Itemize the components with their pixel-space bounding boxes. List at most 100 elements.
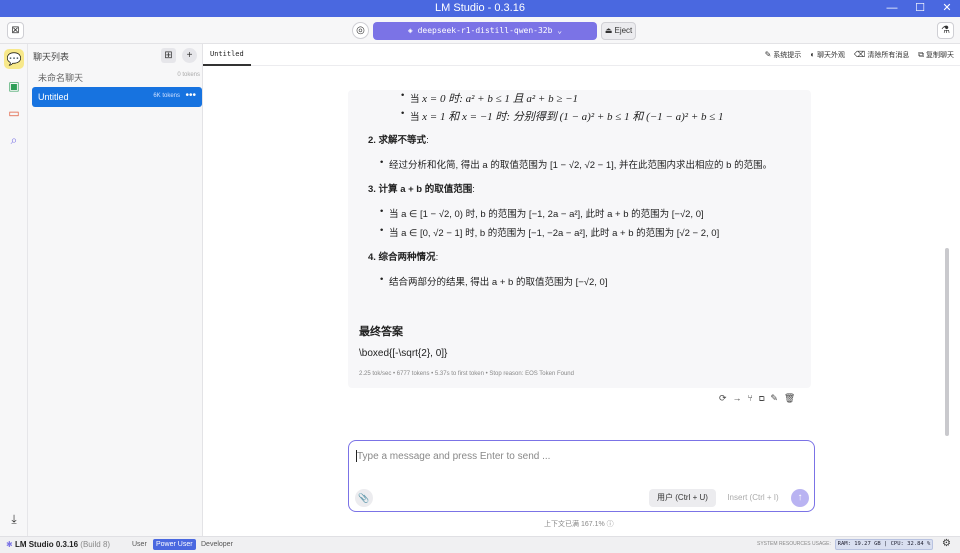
assistant-message: 当 x = 0 时: a² + b ≤ 1 且 a² + b ≥ −1 当 x … (348, 90, 811, 388)
model-name: deepseek-r1-distill-qwen-32b (417, 26, 553, 35)
list-item: 当 a ∈ [0, √2 − 1] 时, b 的范围为 [−1, −2a − a… (380, 225, 720, 239)
lab-flask-icon[interactable]: ⚗ (937, 22, 954, 39)
edit-icon[interactable]: ✎ (770, 393, 784, 403)
model-settings-icon[interactable]: ◎ (352, 22, 369, 39)
list-item: 当 x = 0 时: a² + b ≤ 1 且 a² + b ≥ −1 (401, 90, 579, 106)
chat-appearance-button[interactable]: ◐ 聊天外观 (810, 50, 846, 59)
download-icon[interactable]: ⤓ (4, 509, 24, 529)
step-colon: : (472, 184, 475, 195)
maximize-button[interactable]: ☐ (910, 1, 930, 15)
context-usage: 上下文已满 167.1% ⓘ (544, 521, 614, 528)
chat-icon[interactable]: 💬 (4, 49, 24, 69)
tab-strip: Untitled ✎ 系统提示 ◐ 聊天外观 ⌫ 清除所有消息 ⧉ 复制聊天 (203, 44, 960, 66)
chat-appearance-label: 聊天外观 (817, 52, 846, 59)
list-item: 结合两部分的结果, 得出 a + b 的取值范围为 [−√2, 0] (380, 274, 608, 288)
mode-user[interactable]: User (129, 539, 150, 550)
resources-usage[interactable]: RAM: 19.27 GB | CPU: 32.84 % (835, 539, 933, 550)
math-expression: x = 1 和 x = −1 时: 分别得到 (1 − a)² + b ≤ 1 … (422, 111, 724, 123)
app-name: LM Studio 0.3.16 (14, 540, 79, 549)
chat-tokens: 0 tokens (177, 72, 200, 78)
model-selector[interactable]: ◈ deepseek-r1-distill-qwen-32b ⌄ (373, 22, 597, 40)
app-version: ✱ LM Studio 0.3.16 (Build 8) (6, 540, 110, 549)
folder-icon[interactable]: ▭ (4, 103, 24, 123)
chat-list-item-active[interactable]: Untitled 6K tokens ••• (32, 87, 202, 107)
eject-label: Eject (614, 26, 633, 35)
lm-studio-logo-icon: ✱ (6, 540, 15, 549)
step-colon: : (426, 135, 429, 146)
mode-developer[interactable]: Developer (198, 539, 236, 550)
model-icon: ◈ (407, 26, 418, 35)
role-toggle-button[interactable]: 用户 (Ctrl + U) (649, 489, 716, 507)
clear-messages-label: 清除所有消息 (867, 52, 910, 59)
chat-main: Untitled ✎系统提示 ◐聊天外观 ⌫清除所有消息 ⧉复制聊天 当 x =… (203, 44, 960, 536)
chat-name: 未命名聊天 (38, 73, 84, 83)
step-heading: 4. 综合两种情况: (368, 249, 438, 263)
copy-chat-button[interactable]: ⧉ 复制聊天 (918, 50, 954, 59)
chat-list-item[interactable]: 未命名聊天 0 tokens (32, 66, 202, 86)
generation-stats: 2.25 tok/sec • 6777 tokens • 5.37s to fi… (359, 371, 574, 377)
close-window-button[interactable]: ✕ (937, 1, 957, 15)
wrench-icon: ✎ (764, 50, 772, 59)
message-tools: ⟳→⑂⧉✎🗑 (719, 393, 801, 404)
final-answer-heading: 最终答案 (359, 326, 403, 338)
step-heading: 3. 计算 a + b 的取值范围: (368, 181, 475, 195)
continue-icon[interactable]: → (733, 393, 748, 403)
text: 当 a ∈ [0, √2 − 1] 时, b 的范围为 [−1, −2a − a… (389, 228, 720, 239)
developer-terminal-icon[interactable]: ▣ (4, 76, 24, 96)
palette-icon: ◐ (810, 50, 816, 59)
text: 当 (410, 112, 423, 123)
clear-icon: ⌫ (854, 50, 866, 59)
step-title: 2. 求解不等式 (368, 135, 427, 146)
mode-power-user[interactable]: Power User (153, 539, 196, 550)
chevron-down-icon: ⌄ (552, 26, 563, 35)
branch-icon[interactable]: ⑂ (748, 393, 759, 403)
chat-list-panel: 聊天列表 ⊞ + 未命名聊天 0 tokens Untitled 6K toke… (28, 44, 203, 536)
message-input-box[interactable]: Type a message and press Enter to send .… (348, 440, 815, 512)
gear-icon[interactable]: ⚙ (942, 538, 951, 549)
text: 当 (410, 94, 423, 105)
system-prompt-button[interactable]: ✎ 系统提示 (764, 50, 802, 59)
new-folder-icon[interactable]: ⊞ (161, 48, 176, 63)
search-icon[interactable]: ⌕ (4, 130, 24, 150)
collapse-sidebar-icon[interactable]: ⊠ (7, 22, 24, 39)
final-answer: \boxed{[-\sqrt{2}, 0]} (359, 348, 448, 359)
message-input[interactable]: Type a message and press Enter to send .… (357, 451, 550, 462)
build-number: (Build 8) (80, 540, 111, 549)
step-title: 4. 综合两种情况 (368, 252, 436, 263)
attach-file-icon[interactable]: 📎 (355, 489, 373, 507)
send-arrow-icon[interactable]: ↑ (791, 489, 809, 507)
nav-rail: 💬 ▣ ▭ ⌕ ⤓ (0, 44, 28, 536)
window-title: LM Studio - 0.3.16 (435, 2, 525, 14)
chat-actions: ✎ 系统提示 ◐ 聊天外观 ⌫ 清除所有消息 ⧉ 复制聊天 (758, 50, 954, 60)
scrollbar[interactable] (945, 248, 949, 436)
step-colon: : (435, 252, 439, 263)
copy-message-icon[interactable]: ⧉ (759, 393, 770, 403)
status-bar: ✱ LM Studio 0.3.16 (Build 8) User Power … (0, 536, 960, 553)
list-item: 经过分析和化简, 得出 a 的取值范围为 [1 − √2, √2 − 1], 并… (380, 157, 773, 171)
tab-untitled[interactable]: Untitled (203, 44, 251, 66)
top-toolbar: ⊠ ◎ ◈ deepseek-r1-distill-qwen-32b ⌄ ⏏ E… (0, 17, 960, 44)
chat-list-title: 聊天列表 (33, 52, 70, 62)
chat-tokens: 6K tokens (153, 93, 180, 99)
clear-messages-button[interactable]: ⌫ 清除所有消息 (854, 50, 910, 59)
more-options-icon[interactable]: ••• (185, 90, 196, 101)
list-item: 当 a ∈ [1 − √2, 0) 时, b 的范围为 [−1, 2a − a²… (380, 206, 704, 220)
minimize-button[interactable]: — (882, 1, 902, 15)
step-title: 3. 计算 a + b 的取值范围 (368, 184, 473, 195)
regenerate-icon[interactable]: ⟳ (719, 393, 733, 403)
math-expression: x = 0 时: a² + b ≤ 1 且 a² + b ≥ −1 (422, 93, 579, 105)
text: 结合两部分的结果, 得出 a + b 的取值范围为 [−√2, 0] (389, 277, 608, 288)
chat-name: Untitled (38, 92, 69, 102)
title-bar: LM Studio - 0.3.16 — ☐ ✕ (0, 0, 960, 17)
delete-icon[interactable]: 🗑 (784, 393, 801, 403)
text: 当 a ∈ [1 − √2, 0) 时, b 的范围为 [−1, 2a − a²… (389, 209, 704, 220)
list-item: 当 x = 1 和 x = −1 时: 分别得到 (1 − a)² + b ≤ … (401, 108, 724, 124)
system-prompt-label: 系统提示 (773, 52, 802, 59)
new-chat-button[interactable]: + (182, 48, 197, 63)
insert-button[interactable]: Insert (Ctrl + I) (721, 489, 785, 507)
text: 经过分析和化简, 得出 a 的取值范围为 [1 − √2, √2 − 1], 并… (389, 160, 773, 171)
step-heading: 2. 求解不等式: (368, 132, 429, 146)
eject-button[interactable]: ⏏ Eject (601, 22, 636, 40)
copy-chat-label: 复制聊天 (926, 52, 954, 59)
resources-label: SYSTEM RESOURCES USAGE: (757, 541, 831, 547)
